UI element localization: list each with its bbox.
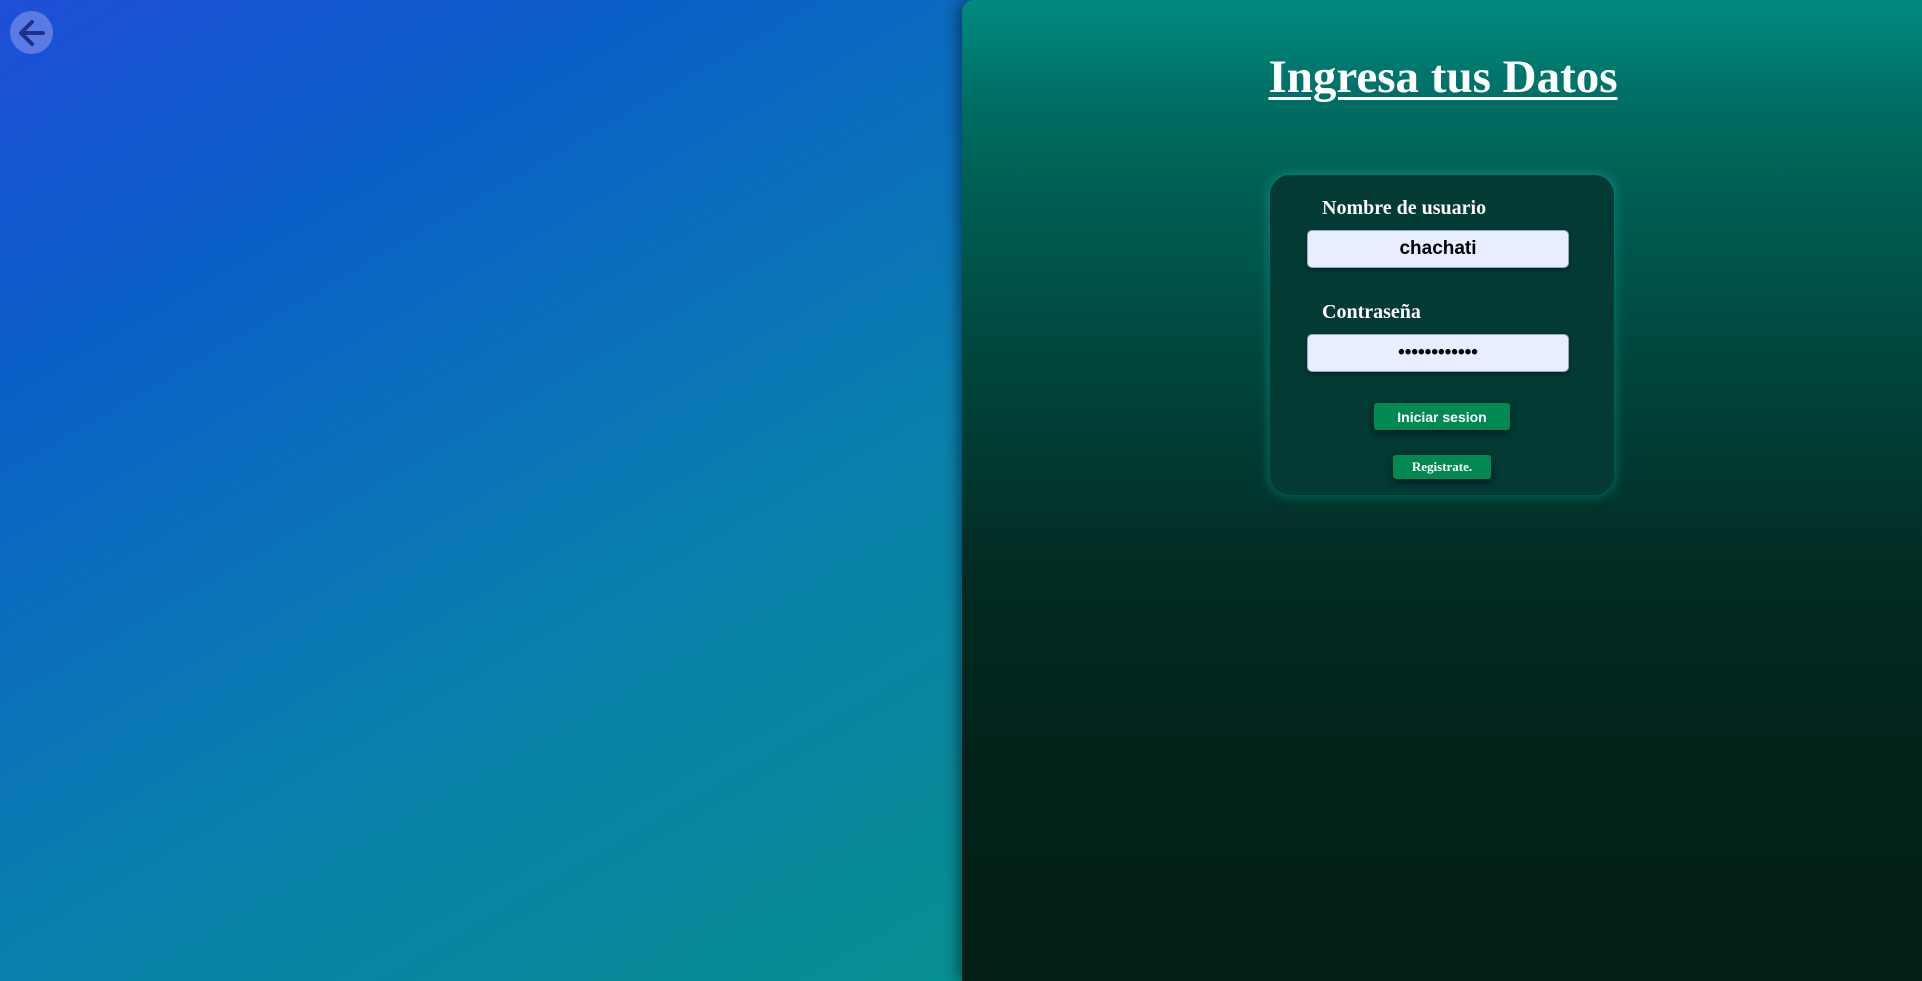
password-input[interactable] [1307, 334, 1569, 372]
arrow-left-icon [18, 19, 45, 46]
page-title: Ingresa tus Datos [1268, 51, 1618, 103]
login-card: Nombre de usuario Contraseña Iniciar ses… [1270, 175, 1614, 495]
page: Ingresa tus Datos Nombre de usuario Cont… [0, 0, 1922, 981]
login-button[interactable]: Iniciar sesion [1374, 403, 1510, 430]
login-panel: Ingresa tus Datos Nombre de usuario Cont… [962, 0, 1922, 981]
username-label: Nombre de usuario [1322, 197, 1487, 219]
password-label: Contraseña [1322, 301, 1421, 323]
register-button[interactable]: Registrate. [1393, 455, 1491, 479]
back-button[interactable] [10, 11, 53, 54]
username-input[interactable] [1307, 230, 1569, 268]
